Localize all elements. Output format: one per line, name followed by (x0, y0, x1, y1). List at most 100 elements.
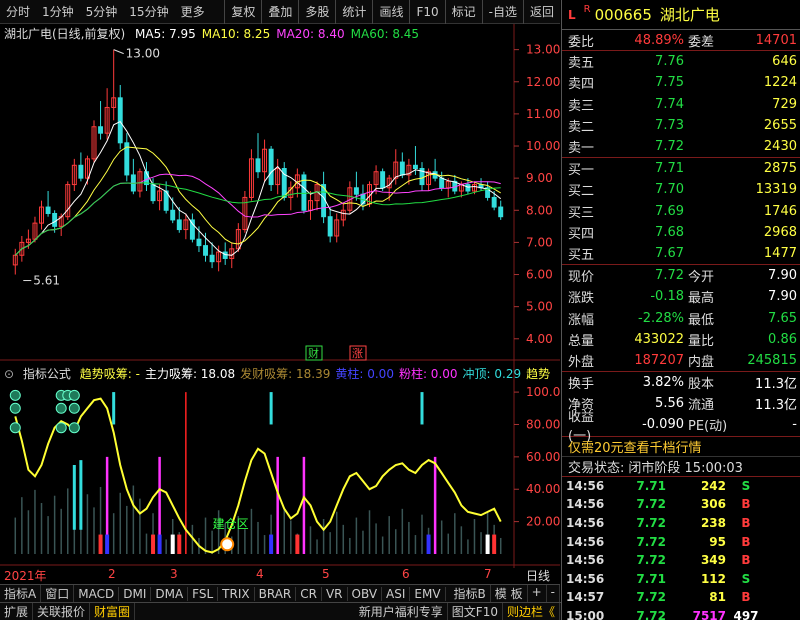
stat-row-3-value2: 0.86 (768, 331, 797, 347)
status-right-item-0[interactable]: 新用户福利专享 (355, 603, 448, 620)
indicator-right-tab-3[interactable]: - (547, 585, 560, 602)
build-zone-label: 建仓区 (213, 517, 249, 531)
toolbar-right: 复权 叠加 多股 统计 画线 F10 标记 -自选 返回 (224, 0, 560, 24)
ma-label-2: MA20: 8.40 (276, 27, 345, 41)
stat-row-4: 外盘 187207 内盘 245815 (562, 350, 800, 371)
stat-row-1-label: 涨跌 (568, 291, 595, 307)
status-tab-1[interactable]: 关联报价 (33, 603, 91, 620)
candle-body (498, 206, 504, 218)
tick-volume: 306 (700, 497, 726, 512)
toolbar-item-2[interactable]: 5分钟 (80, 0, 124, 24)
indicator-tab-0[interactable]: 指标A (0, 585, 42, 602)
stat-row-3-value: 433022 (634, 331, 684, 347)
high-price-label: 13.00 (126, 47, 160, 61)
toolbar-right-item-8[interactable]: 返回 (522, 0, 560, 24)
toolbar-item-1[interactable]: 1分钟 (36, 0, 80, 24)
toolbar-right-item-1[interactable]: 叠加 (261, 0, 298, 24)
stat2-row-2: 收益(一) -0.090 PE(动) - (562, 410, 800, 444)
toolbar-right-item-5[interactable]: F10 (409, 0, 444, 24)
bid-row-4: 买五 7.67 1477 (562, 243, 800, 264)
stat-row-0-value2: 7.90 (768, 268, 797, 284)
tick-row-2: 14:56 7.72 238 B (562, 514, 800, 533)
low-price-label: 5.61 (33, 274, 60, 288)
toolbar-right-item-3[interactable]: 统计 (335, 0, 372, 24)
indicator-tab-4[interactable]: DMA (151, 586, 189, 601)
chart-title-row: 湖北广电(日线,前复权) MA5: 7.95 MA10: 8.25 MA20: 8.… (4, 25, 431, 42)
indicator-item-5: 冲顶: 0.29 (462, 367, 522, 381)
toolbar-right-item-2[interactable]: 多股 (298, 0, 335, 24)
toolbar-right-item-6[interactable]: 标记 (444, 0, 482, 24)
tick-time: 14:56 (566, 571, 605, 586)
indicator-tab-1[interactable]: 窗口 (41, 585, 75, 602)
tick-time: 14:56 (566, 478, 605, 493)
tick-price: 7.72 (636, 553, 666, 568)
toolbar-right-item-7[interactable]: -自选 (481, 0, 523, 24)
indicator-dropdown-icon[interactable]: ⊙ (4, 367, 14, 381)
indicator-tab-3[interactable]: DMI (119, 586, 152, 601)
candle-body (222, 251, 228, 259)
indicator-tick-label: 80.00 (526, 417, 560, 431)
indicator-tab-2[interactable]: MACD (74, 586, 120, 601)
period-label[interactable]: 日线 (526, 567, 550, 584)
signal-small-bar (157, 534, 162, 554)
stat-row-3-label2: 量比 (688, 333, 715, 349)
signal-circle-icon (68, 389, 80, 401)
tick-bs: B (741, 590, 751, 605)
status-tab-0[interactable]: 扩展 (0, 603, 34, 620)
date-month-0: 2 (108, 567, 116, 581)
tick-price: 7.72 (636, 497, 666, 512)
stat-row-2-label: 涨幅 (568, 312, 595, 328)
stat-row-1: 涨跌 -0.18 最高 7.90 (562, 286, 800, 307)
indicator-right-tab-2[interactable]: + (528, 585, 547, 602)
indicator-right-tab-0[interactable]: 指标B (450, 585, 491, 602)
toolbar-item-0[interactable]: 分时 (0, 0, 36, 24)
indicator-title-row: ⊙ 指标公式 趋势吸筹: - 主力吸筹: 18.08 发财吸筹: 18.39 黄柱: … (4, 365, 560, 382)
indicator-tab-8[interactable]: CR (296, 586, 322, 601)
signal-circle-icon (9, 402, 21, 414)
kline-chart[interactable]: 13.00 12.00 11.00 10.00 9.00 8.00 7.00 6.00 5.00… (0, 24, 560, 568)
ask-row-4: 卖一 7.72 2430 (562, 136, 800, 157)
indicator-tab-5[interactable]: FSL (188, 586, 219, 601)
toolbar-item-3[interactable]: 15分钟 (123, 0, 174, 24)
level-flag[interactable]: L (568, 8, 576, 22)
weibi-label: 委比 (568, 34, 595, 50)
ask-row-0-label: 卖五 (568, 56, 595, 72)
indicator-tab-12[interactable]: EMV (410, 586, 446, 601)
indicator-tab-11[interactable]: ASI (382, 586, 411, 601)
high-marker (113, 49, 124, 55)
candle-body (255, 158, 261, 173)
stat-row-3-label: 总量 (568, 333, 595, 349)
tick-bs: S (741, 571, 751, 586)
ask-row-3: 卖二 7.73 2655 (562, 115, 800, 136)
indicator-tab-10[interactable]: OBV (348, 586, 383, 601)
ma-label-3: MA60: 8.45 (350, 27, 420, 41)
stat2-row-0: 换手 3.82% 股本 11.3亿 (562, 372, 800, 393)
toolbar-right-item-0[interactable]: 复权 (224, 0, 261, 24)
status-tab-2[interactable]: 财富圈 (90, 603, 136, 620)
status-right-item-2[interactable]: 则边栏《 (503, 603, 560, 620)
ma-label-1: MA10: 8.25 (201, 27, 271, 41)
stat-row-1-value: -0.18 (650, 289, 684, 305)
tick-volume: 242 (700, 478, 726, 493)
status-right-item-1[interactable]: 图文F10 (448, 603, 503, 620)
stat-row-2-value2: 7.65 (768, 310, 797, 326)
stat-row-4-value2: 245815 (747, 352, 797, 368)
promo-row[interactable]: 仅需20元查看千档行情 (562, 437, 800, 457)
indicator-tab-6[interactable]: TRIX (218, 586, 255, 601)
tick-time: 14:56 (566, 553, 605, 568)
indicator-tab-7[interactable]: BRAR (255, 586, 297, 601)
toolbar-item-4[interactable]: 更多 (175, 0, 211, 24)
promo-text[interactable]: 仅需20元查看千档行情 (562, 437, 702, 456)
candle-body (327, 216, 333, 237)
toolbar-right-item-4[interactable]: 画线 (372, 0, 409, 24)
indicator-tick-label: 60.00 (526, 450, 560, 464)
ma-line-3 (14, 182, 501, 256)
indicator-right-tab-1[interactable]: 模 板 (491, 585, 528, 602)
date-month-5: 7 (484, 567, 492, 581)
signal-circle-icon (68, 422, 80, 434)
indicator-tab-9[interactable]: VR (322, 586, 348, 601)
tick-price: 7.71 (636, 571, 666, 586)
status-label: 交易状态: (568, 460, 625, 476)
ask-row-2-label: 卖三 (568, 98, 595, 114)
indicator-label[interactable]: 指标公式 (23, 367, 71, 381)
